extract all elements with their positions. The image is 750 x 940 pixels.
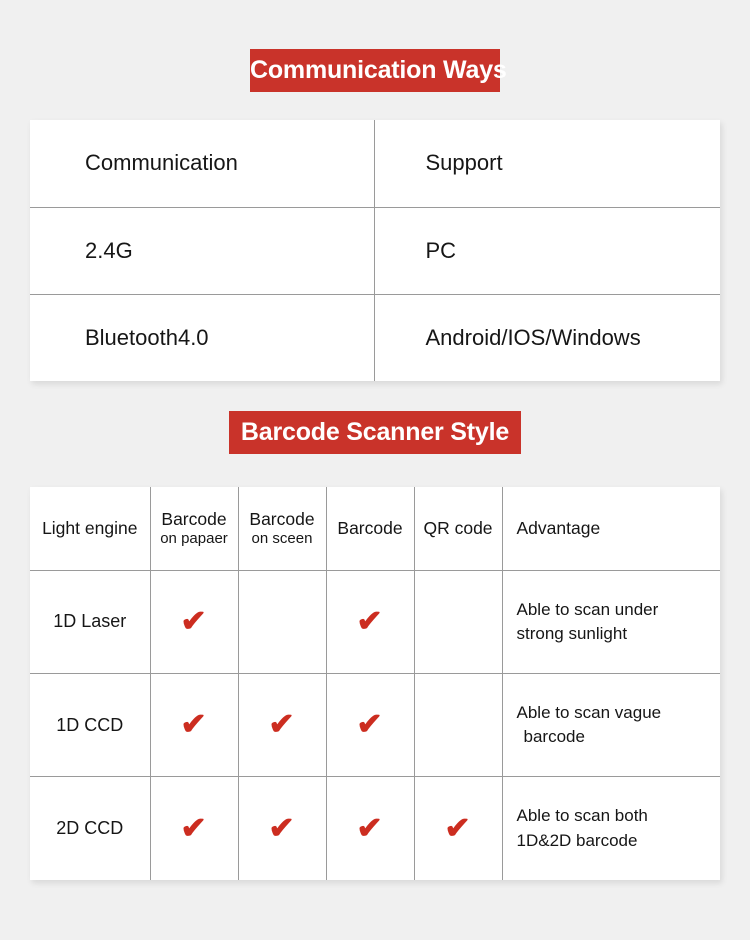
barcode-cell: ✔	[326, 570, 415, 674]
checkmark-icon: ✔	[356, 811, 384, 845]
checkmark-icon: ✔	[180, 811, 208, 845]
barcode-on-screen-cell: ✔	[238, 673, 327, 778]
section-banner-communication-ways: Communication Ways	[250, 49, 507, 92]
column-header-barcode-on-paper: Barcode on papaer	[150, 487, 239, 571]
barcode-on-screen-cell: ✔	[238, 776, 327, 880]
barcode-on-paper-cell: ✔	[150, 776, 239, 880]
qr-code-cell: ✔	[414, 776, 503, 880]
communication-header-cell: Communication	[30, 120, 375, 208]
light-engine-cell: 2D CCD	[30, 776, 151, 880]
column-header-label-line2: on sceen	[251, 529, 313, 547]
support-value-cell: Android/IOS/Windows	[425, 324, 641, 350]
barcode-cell: ✔	[326, 776, 415, 880]
checkmark-icon: ✔	[268, 708, 296, 742]
column-header-label: Barcode	[337, 518, 403, 539]
advantage-text-line2: strong sunlight	[516, 623, 628, 643]
column-header-label: Advantage	[516, 518, 601, 539]
column-header-light-engine: Light engine	[30, 487, 151, 571]
support-value-cell: PC	[374, 207, 720, 295]
communication-ways-table: Communication Support 2.4G PC Bluetooth4…	[30, 120, 720, 381]
advantage-text-line1: Able to scan both	[516, 806, 648, 826]
column-header-label: Light engine	[42, 518, 138, 539]
barcode-on-paper-cell: ✔	[150, 570, 239, 674]
light-engine-cell: 1D Laser	[30, 570, 151, 674]
advantage-cell: Able to scan vague barcode	[502, 673, 720, 778]
checkmark-icon: ✔	[268, 811, 296, 845]
column-header-label-line1: Barcode	[161, 509, 227, 530]
barcode-on-screen-cell	[238, 570, 327, 674]
table-header-row: Light engine Barcode on papaer Barcode o…	[30, 487, 720, 571]
communication-value-cell: 2.4G	[30, 207, 375, 295]
barcode-cell: ✔	[326, 673, 415, 778]
column-header-barcode-on-screen: Barcode on sceen	[238, 487, 327, 571]
advantage-text-line2: 1D&2D barcode	[516, 830, 638, 850]
qr-code-cell	[414, 570, 503, 674]
column-header-advantage: Advantage	[502, 487, 720, 571]
advantage-text-line1: Able to scan vague	[516, 702, 662, 722]
checkmark-icon: ✔	[180, 708, 208, 742]
table-row: Bluetooth4.0 Android/IOS/Windows	[30, 294, 720, 381]
table-row: 2D CCD ✔ ✔ ✔ ✔ Able to scan both 1D&2D b…	[30, 776, 720, 880]
qr-code-cell	[414, 673, 503, 778]
table-row: Communication Support	[30, 120, 720, 208]
section-banner-barcode-scanner-style: Barcode Scanner Style	[229, 411, 521, 454]
advantage-text-line1: Able to scan under	[516, 599, 659, 619]
checkmark-icon: ✔	[356, 604, 384, 638]
table-row: 2.4G PC	[30, 207, 720, 295]
table-row: 1D Laser ✔ ✔ Able to scan under strong s…	[30, 570, 720, 674]
barcode-on-paper-cell: ✔	[150, 673, 239, 778]
barcode-scanner-style-table: Light engine Barcode on papaer Barcode o…	[30, 487, 720, 880]
checkmark-icon: ✔	[356, 708, 384, 742]
support-header-cell: Support	[374, 120, 720, 208]
column-header-barcode: Barcode	[326, 487, 415, 571]
advantage-text-line2: barcode	[523, 727, 585, 747]
advantage-cell: Able to scan both 1D&2D barcode	[502, 777, 720, 880]
product-detail-page: Communication Ways Communication Support…	[0, 0, 750, 940]
communication-value-cell: Bluetooth4.0	[30, 294, 375, 381]
column-header-qr-code: QR code	[414, 487, 503, 571]
advantage-cell: Able to scan under strong sunlight	[502, 570, 720, 674]
column-header-label-line1: Barcode	[249, 509, 315, 530]
column-header-label-line2: on papaer	[160, 529, 228, 547]
checkmark-icon: ✔	[180, 604, 208, 638]
light-engine-cell: 1D CCD	[30, 673, 151, 778]
checkmark-icon: ✔	[444, 811, 472, 845]
column-header-label: QR code	[423, 518, 493, 539]
table-row: 1D CCD ✔ ✔ ✔ Able to scan vague barcode	[30, 673, 720, 778]
